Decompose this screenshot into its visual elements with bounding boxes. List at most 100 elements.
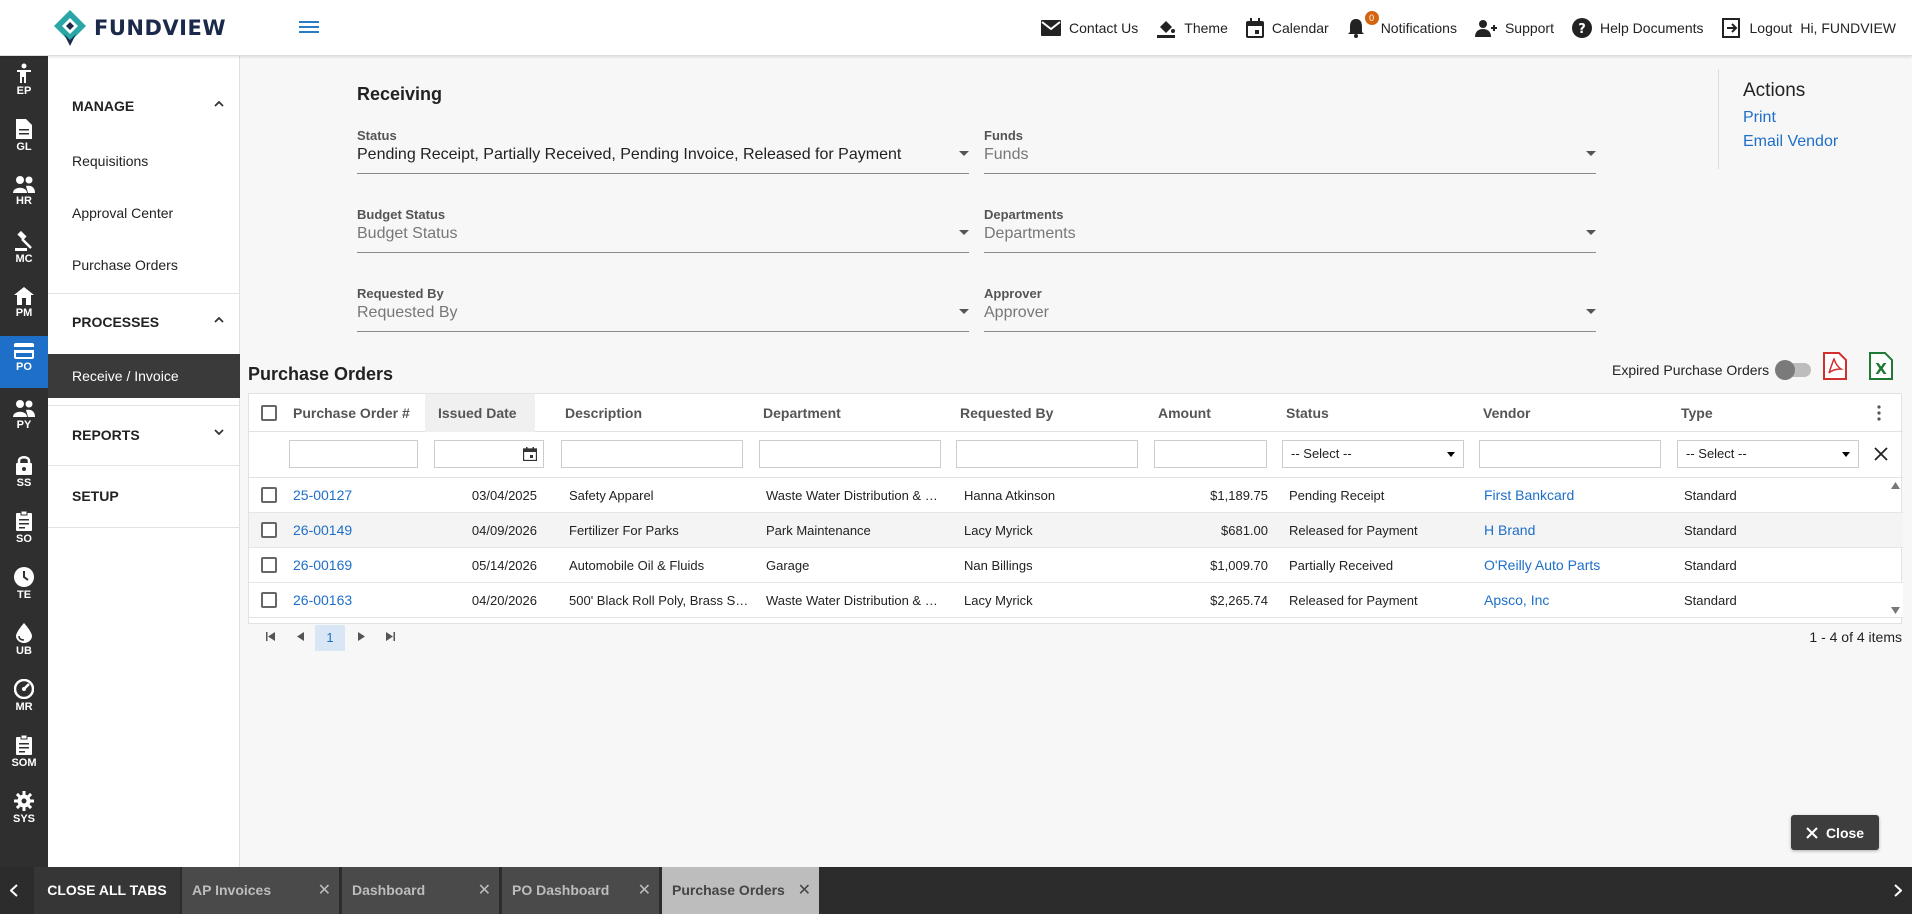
- rail-item-py[interactable]: PY: [0, 392, 48, 444]
- department-filter-input[interactable]: [759, 440, 941, 468]
- tab-ap-invoices[interactable]: AP Invoices ✕: [182, 867, 340, 914]
- sidebar-section-processes[interactable]: PROCESSES: [48, 294, 240, 350]
- scroll-down-arrow-icon[interactable]: [1891, 607, 1900, 614]
- column-header-requested-by[interactable]: Requested By: [960, 394, 1053, 432]
- export-pdf-button[interactable]: [1822, 352, 1848, 383]
- type-filter-select[interactable]: -- Select --: [1677, 440, 1859, 468]
- tab-purchase-orders[interactable]: Purchase Orders ✕: [662, 867, 820, 914]
- hamburger-menu-icon[interactable]: [299, 18, 319, 36]
- column-header-description[interactable]: Description: [565, 394, 642, 432]
- rail-item-so[interactable]: SO: [0, 504, 48, 556]
- tab-close-icon[interactable]: ✕: [638, 880, 651, 900]
- export-excel-button[interactable]: X: [1868, 352, 1894, 383]
- vendor-filter-input[interactable]: [1479, 440, 1661, 468]
- calendar-link[interactable]: Calendar: [1245, 18, 1329, 38]
- vendor-link[interactable]: H Brand: [1484, 513, 1669, 548]
- calendar-icon[interactable]: [523, 447, 537, 461]
- rail-item-te[interactable]: TE: [0, 560, 48, 612]
- vendor-link[interactable]: Apsco, Inc: [1484, 583, 1669, 618]
- tabs-scroll-left[interactable]: [0, 867, 28, 914]
- column-header-department[interactable]: Department: [763, 394, 841, 432]
- rail-item-po[interactable]: PO: [0, 336, 48, 388]
- sidebar-section-manage[interactable]: MANAGE: [48, 78, 240, 134]
- sidebar-item-requisitions[interactable]: Requisitions: [48, 139, 240, 183]
- funds-filter[interactable]: Funds Funds: [984, 128, 1596, 174]
- rail-item-gl[interactable]: GL: [0, 112, 48, 164]
- row-checkbox[interactable]: [261, 487, 277, 503]
- sidebar-section-setup[interactable]: SETUP: [48, 468, 240, 524]
- close-all-tabs-button[interactable]: CLOSE ALL TABS: [34, 867, 180, 914]
- po-number-link[interactable]: 26-00149: [293, 513, 423, 548]
- row-checkbox[interactable]: [261, 557, 277, 573]
- sidebar-item-receive-invoice[interactable]: Receive / Invoice: [48, 354, 240, 398]
- column-header-issued-date[interactable]: Issued Date: [425, 394, 535, 458]
- sidebar-item-approval-center[interactable]: Approval Center: [48, 191, 240, 235]
- print-link[interactable]: Print: [1743, 109, 1898, 127]
- rail-item-ep[interactable]: EP: [0, 56, 48, 108]
- requested-by-filter[interactable]: Requested By Requested By: [357, 286, 969, 332]
- vendor-link[interactable]: First Bankcard: [1484, 478, 1669, 513]
- po-number-link[interactable]: 26-00169: [293, 548, 423, 583]
- column-header-amount[interactable]: Amount: [1158, 394, 1211, 432]
- tabs-scroll-right[interactable]: [1884, 867, 1912, 914]
- status-filter-select[interactable]: -- Select --: [1282, 440, 1464, 468]
- column-header-vendor[interactable]: Vendor: [1483, 394, 1530, 432]
- table-row[interactable]: 26-00163 04/20/2026 500' Black Roll Poly…: [249, 583, 1903, 618]
- amount-filter-input[interactable]: [1154, 440, 1267, 468]
- rail-item-ub[interactable]: UB: [0, 616, 48, 668]
- tab-close-icon[interactable]: ✕: [478, 880, 491, 900]
- column-header-po-number[interactable]: Purchase Order #: [293, 394, 410, 432]
- rail-item-sys[interactable]: SYS: [0, 784, 48, 836]
- email-vendor-link[interactable]: Email Vendor: [1743, 133, 1898, 151]
- fundview-logo[interactable]: FUNDVIEW: [50, 10, 226, 46]
- sidebar-section-reports[interactable]: REPORTS: [48, 407, 240, 463]
- sidebar-item-purchase-orders[interactable]: Purchase Orders: [48, 243, 240, 287]
- requested-by-filter-input[interactable]: [956, 440, 1138, 468]
- tab-dashboard[interactable]: Dashboard ✕: [342, 867, 500, 914]
- page-button-current[interactable]: 1: [315, 625, 345, 651]
- logout-link[interactable]: Logout: [1721, 18, 1792, 38]
- column-menu-kebab-icon[interactable]: [1877, 405, 1881, 421]
- rail-item-hr[interactable]: HR: [0, 168, 48, 220]
- rail-item-ss[interactable]: SS: [0, 448, 48, 500]
- rail-item-som[interactable]: SOM: [0, 728, 48, 780]
- support-link[interactable]: Support: [1474, 19, 1554, 37]
- contact-us-link[interactable]: Contact Us: [1041, 20, 1138, 36]
- next-page-icon[interactable]: [358, 632, 365, 641]
- column-header-status[interactable]: Status: [1286, 394, 1329, 432]
- approver-filter[interactable]: Approver Approver: [984, 286, 1596, 332]
- tab-close-icon[interactable]: ✕: [798, 880, 811, 900]
- column-header-type[interactable]: Type: [1681, 394, 1713, 432]
- scroll-up-arrow-icon[interactable]: [1891, 482, 1900, 489]
- tab-close-icon[interactable]: ✕: [318, 880, 331, 900]
- budget-status-filter[interactable]: Budget Status Budget Status: [357, 207, 969, 253]
- po-number-link[interactable]: 25-00127: [293, 478, 423, 513]
- row-checkbox[interactable]: [261, 592, 277, 608]
- status-filter[interactable]: Status Pending Receipt, Partially Receiv…: [357, 128, 969, 174]
- row-checkbox[interactable]: [261, 522, 277, 538]
- rail-label: UB: [16, 645, 32, 657]
- po-number-link[interactable]: 26-00163: [293, 583, 423, 618]
- table-row[interactable]: 26-00169 05/14/2026 Automobile Oil & Flu…: [249, 548, 1903, 583]
- theme-link[interactable]: Theme: [1156, 18, 1228, 38]
- close-button[interactable]: Close: [1791, 815, 1879, 850]
- rail-item-pm[interactable]: PM: [0, 280, 48, 332]
- select-all-checkbox[interactable]: [261, 405, 277, 421]
- rail-item-mr[interactable]: MR: [0, 672, 48, 724]
- table-row[interactable]: 25-00127 03/04/2025 Safety Apparel Waste…: [249, 478, 1903, 513]
- departments-filter[interactable]: Departments Departments: [984, 207, 1596, 253]
- help-documents-link[interactable]: ? Help Documents: [1572, 18, 1704, 38]
- notifications-link[interactable]: 0 Notifications: [1347, 11, 1457, 38]
- last-page-icon[interactable]: [386, 632, 395, 641]
- rail-item-mc[interactable]: MC: [0, 224, 48, 276]
- expired-po-toggle[interactable]: [1775, 360, 1812, 380]
- table-row[interactable]: 26-00149 04/09/2026 Fertilizer For Parks…: [249, 513, 1903, 548]
- first-page-icon[interactable]: [266, 632, 275, 641]
- description-filter-input[interactable]: [561, 440, 743, 468]
- tab-po-dashboard[interactable]: PO Dashboard ✕: [502, 867, 660, 914]
- vendor-link[interactable]: O'Reilly Auto Parts: [1484, 548, 1669, 583]
- previous-page-icon[interactable]: [297, 632, 304, 641]
- issued-date-filter-input[interactable]: [434, 440, 544, 468]
- po-number-filter-input[interactable]: [289, 440, 418, 468]
- clear-filters-x-icon[interactable]: [1874, 447, 1888, 461]
